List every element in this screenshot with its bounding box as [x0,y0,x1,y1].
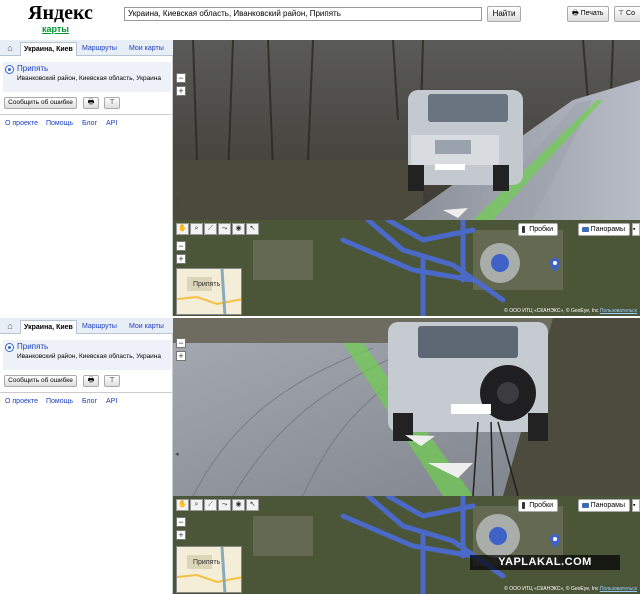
report-error-button[interactable]: Сообщить об ошибке [4,375,77,387]
home-icon[interactable]: ⌂ [3,320,17,332]
vehicle [408,90,523,191]
satellite-map[interactable]: ✋ ⌕ ⟋ ⤳ ◉ ↖ − + Пробки Панорамы ▪ Припят… [173,496,640,594]
result-title[interactable]: Припять [17,64,48,73]
location-pin-icon[interactable] [550,258,560,272]
yandex-logo[interactable]: Яндекс [28,2,93,25]
tab-region[interactable]: Украина, Киев [20,42,77,56]
hand-tool-icon[interactable]: ✋ [176,223,189,235]
help-link[interactable]: Помощь [46,398,73,405]
terms-link[interactable]: Пользовательск [600,308,637,314]
satellite-map[interactable]: ✋ ⌕ ⟋ ⤳ ◉ ↖ − + Пробки Панорамы ▪ Припят… [173,220,640,316]
route-tool-icon[interactable]: ⤳ [218,499,231,511]
divider [0,392,173,393]
about-link[interactable]: О проекте [5,398,38,405]
home-icon[interactable]: ⌂ [3,42,17,54]
printer-icon[interactable]: 🖶 [83,97,99,109]
map-zoom-out-button[interactable]: − [176,241,186,251]
sidebar-tabs: ⌂ Украина, Киев Маршруты Мои карты [0,318,173,334]
map-toolbar: ✋ ⌕ ⟋ ⤳ ◉ ↖ [176,499,259,511]
minimap-label: Припять [193,281,221,288]
sidebar: ⌂ Украина, Киев Маршруты Мои карты Припя… [0,318,173,594]
search-input[interactable]: Украина, Киевская область, Иванковский р… [124,7,482,21]
pin-icon: ⊤ [618,10,627,17]
result-address: Иванковский район, Киевская область, Укр… [17,353,162,360]
tab-my-maps[interactable]: Мои карты [126,320,167,334]
overview-minimap[interactable]: Припять [176,546,242,593]
map-zoom-out-button[interactable]: − [176,517,186,527]
help-link[interactable]: Помощь [46,120,73,127]
about-link[interactable]: О проекте [5,120,38,127]
save-button[interactable]: ⊤ Со [614,6,640,22]
street-view-panorama[interactable]: − + [173,40,640,220]
ruler-tool-icon[interactable]: ⟋ [204,223,217,235]
vehicle [388,322,548,441]
sidebar-tabs: ⌂ Украина, Киев Маршруты Мои карты [0,40,173,56]
blog-link[interactable]: Блог [82,398,97,405]
search-button[interactable]: Найти [487,6,521,22]
collapse-arrow-icon[interactable]: ◂ [175,450,179,458]
header: Яндекс карты Украина, Киевская область, … [0,0,640,40]
route-tool-icon[interactable]: ⤳ [218,223,231,235]
divider [0,114,173,115]
tab-routes[interactable]: Маршруты [79,320,120,334]
zoom-out-button[interactable]: − [176,73,186,83]
report-error-button[interactable]: Сообщить об ошибке [4,97,77,109]
overview-minimap[interactable]: Припять [176,268,242,315]
panorama-image [173,40,640,220]
select-tool-icon[interactable]: ↖ [246,223,259,235]
api-link[interactable]: API [106,120,117,127]
api-link[interactable]: API [106,398,117,405]
zoom-in-button[interactable]: + [176,86,186,96]
panorama-button[interactable]: Панорамы [577,499,630,512]
map-zoom-in-button[interactable]: + [176,530,186,540]
map-toolbar: ✋ ⌕ ⟋ ⤳ ◉ ↖ [176,223,259,235]
tab-region[interactable]: Украина, Киев [20,320,77,334]
result-title[interactable]: Припять [17,342,48,351]
map-panel-1: ⌂ Украина, Киев Маршруты Мои карты Припя… [0,40,640,316]
street-view-tool-icon[interactable]: ◉ [232,223,245,235]
search-result[interactable]: Припять Иванковский район, Киевская обла… [3,340,171,370]
maps-service-link[interactable]: карты [42,24,69,34]
panorama-image [173,318,640,496]
street-view-tool-icon[interactable]: ◉ [232,499,245,511]
copyright: © ООО ИТЦ «СКАНЭКС», © GeoEye, Inc Польз… [504,308,637,314]
pin-icon[interactable]: ⊤ [104,375,120,387]
hand-tool-icon[interactable]: ✋ [176,499,189,511]
printer-icon: 🖶 [572,10,581,17]
copyright: © ООО ИТЦ «СКАНЭКС», © GeoEye, Inc Польз… [504,586,637,592]
traffic-button[interactable]: Пробки [518,223,558,236]
ruler-tool-icon[interactable]: ⟋ [204,499,217,511]
print-button[interactable]: 🖶 Печать [567,6,609,22]
select-tool-icon[interactable]: ↖ [246,499,259,511]
street-view-panorama[interactable]: − + [173,318,640,496]
result-marker-icon [5,343,14,352]
zoom-out-button[interactable]: − [176,338,186,348]
blog-link[interactable]: Блог [82,120,97,127]
location-pin-icon[interactable] [550,534,560,548]
magnifier-tool-icon[interactable]: ⌕ [190,499,203,511]
layers-button[interactable]: ▪ [632,499,640,512]
map-zoom-in-button[interactable]: + [176,254,186,264]
minimap-label: Припять [193,559,221,566]
map-panel-2: ⌂ Украина, Киев Маршруты Мои карты Припя… [0,318,640,594]
terms-link[interactable]: Пользовательск [600,586,637,592]
printer-icon[interactable]: 🖶 [83,375,99,387]
result-marker-icon [5,65,14,74]
watermark: YAPLAKAL.COM [470,555,620,570]
sidebar: ⌂ Украина, Киев Маршруты Мои карты Припя… [0,40,173,316]
collapse-arrow-icon[interactable]: ◂ [175,196,179,204]
magnifier-tool-icon[interactable]: ⌕ [190,223,203,235]
pin-icon[interactable]: ⊤ [104,97,120,109]
layers-button[interactable]: ▪ [632,223,640,236]
traffic-button[interactable]: Пробки [518,499,558,512]
search-result[interactable]: Припять Иванковский район, Киевская обла… [3,62,171,92]
result-address: Иванковский район, Киевская область, Укр… [17,75,162,82]
tab-routes[interactable]: Маршруты [79,42,120,56]
tab-my-maps[interactable]: Мои карты [126,42,167,56]
zoom-in-button[interactable]: + [176,351,186,361]
panorama-button[interactable]: Панорамы [577,223,630,236]
